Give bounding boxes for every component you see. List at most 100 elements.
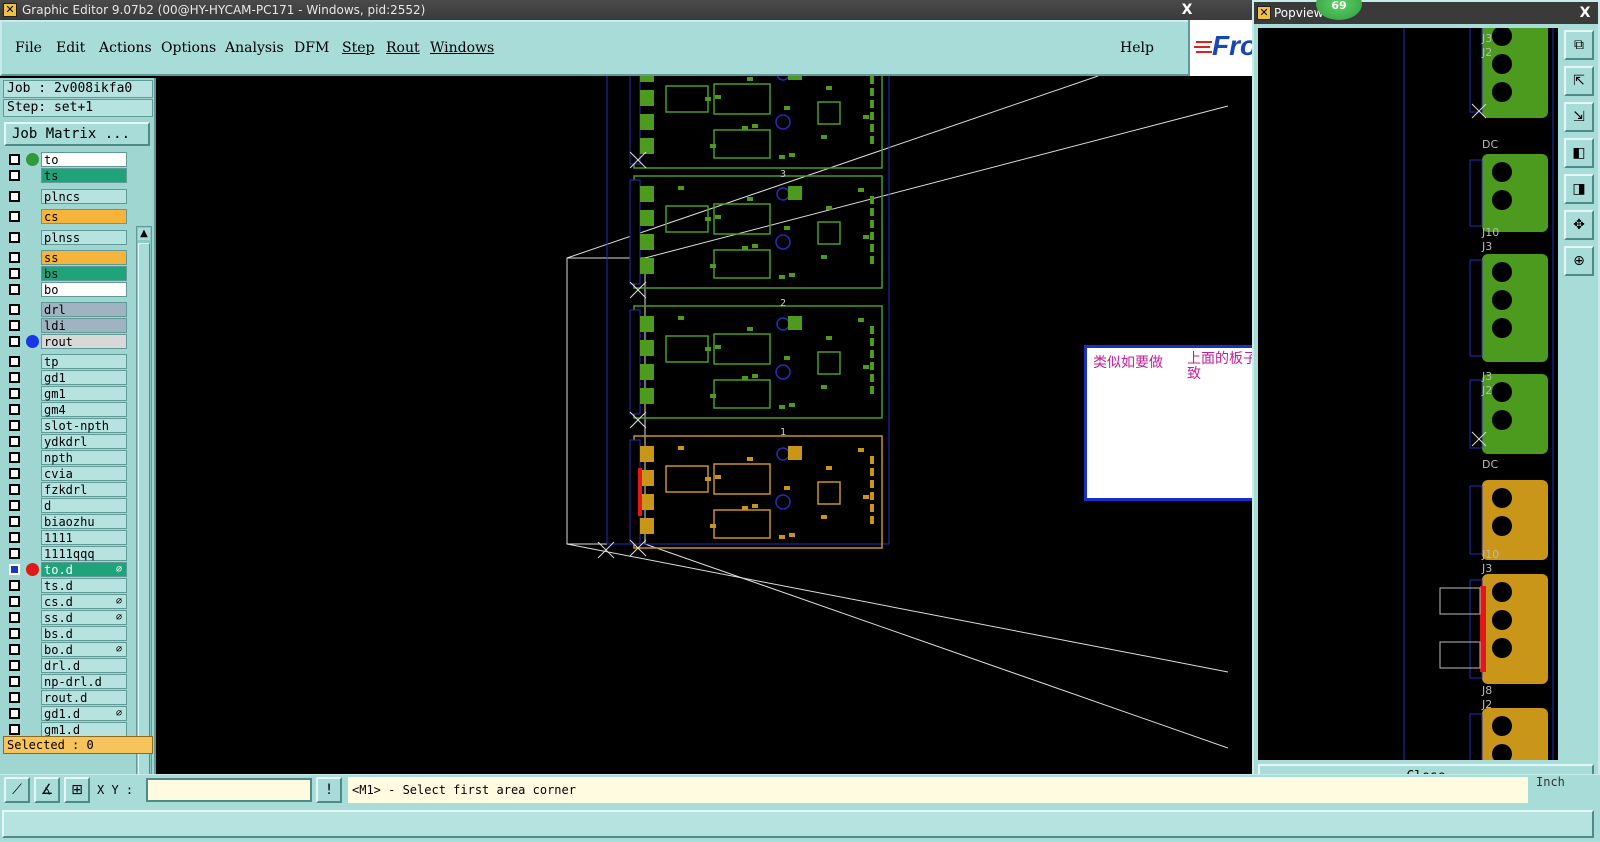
layer-name[interactable]: ts.d (41, 578, 127, 593)
layer-name[interactable]: to (41, 152, 127, 167)
units-label[interactable]: Inch (1536, 775, 1565, 789)
layer-list-scrollbar[interactable]: ▲ ▼ (136, 226, 152, 814)
layer-name[interactable]: 1111 (41, 530, 127, 545)
layer-row-rout[interactable]: rout (4, 334, 132, 349)
layer-name[interactable]: slot-npth (41, 418, 127, 433)
layer-checkbox[interactable] (9, 284, 20, 295)
layer-checkbox[interactable] (9, 304, 20, 315)
layer-row-tp[interactable]: tp (4, 354, 132, 369)
layer-checkbox[interactable] (9, 692, 20, 703)
layer-name[interactable]: gm1 (41, 386, 127, 401)
layer-row-drl[interactable]: drl (4, 302, 132, 317)
layer-row-cs[interactable]: cs (4, 209, 132, 224)
layer-row-ldi[interactable]: ldi (4, 318, 132, 333)
layer-checkbox[interactable] (9, 580, 20, 591)
layer-checkbox[interactable] (9, 388, 20, 399)
layer-row-to[interactable]: to (4, 152, 132, 167)
layer-checkbox[interactable] (9, 356, 20, 367)
menu-options[interactable]: Options (161, 40, 216, 56)
layer-name[interactable]: gm1.d (41, 722, 127, 737)
home-view-icon[interactable]: ⊕ (1564, 246, 1594, 276)
snap-icon[interactable]: ∡ (34, 777, 60, 803)
fit-view-icon[interactable]: ✥ (1564, 210, 1594, 240)
layer-checkbox[interactable] (9, 468, 20, 479)
layer-name[interactable]: ss.d ⌀ (41, 610, 127, 625)
menu-windows[interactable]: Windows (430, 40, 494, 56)
alert-icon[interactable]: ! (316, 777, 342, 803)
layer-name[interactable]: drl.d (41, 658, 127, 673)
zoom-in-icon[interactable]: ⇱ (1564, 66, 1594, 96)
layer-row-cvia[interactable]: cvia (4, 466, 132, 481)
layer-name[interactable]: npth (41, 450, 127, 465)
layer-checkbox[interactable] (9, 644, 20, 655)
layer-row-ss[interactable]: ss (4, 250, 132, 265)
layer-row-rout.d[interactable]: rout.d (4, 690, 132, 705)
layer-checkbox[interactable] (9, 628, 20, 639)
layer-checkbox[interactable] (9, 404, 20, 415)
popview-canvas[interactable]: J3 J2 DC J10 J3 J3 J2 DC J10 J3 J8 J2 (1258, 28, 1558, 760)
layer-checkbox[interactable] (9, 154, 20, 165)
layer-checkbox[interactable] (9, 211, 20, 222)
zoom-window-icon[interactable]: ⧉ (1564, 30, 1594, 60)
layer-row-ts[interactable]: ts (4, 168, 132, 183)
layer-checkbox[interactable] (9, 232, 20, 243)
layer-name[interactable]: drl (41, 302, 127, 317)
pan-right-icon[interactable]: ◨ (1564, 174, 1594, 204)
layer-row-to.d[interactable]: to.d ⌀ (4, 562, 132, 577)
menu-step[interactable]: Step (342, 40, 374, 56)
menu-dfm[interactable]: DFM (294, 40, 329, 56)
layer-name[interactable]: bs.d (41, 626, 127, 641)
layer-name[interactable]: plncs (41, 189, 127, 204)
layer-row-ydkdrl[interactable]: ydkdrl (4, 434, 132, 449)
layer-checkbox[interactable] (9, 708, 20, 719)
layer-checkbox[interactable] (9, 336, 20, 347)
layer-checkbox[interactable] (9, 372, 20, 383)
layer-name[interactable]: ss (41, 250, 127, 265)
layer-checkbox[interactable] (9, 320, 20, 331)
layer-name[interactable]: gm4 (41, 402, 127, 417)
layer-name[interactable]: ts (41, 168, 127, 183)
layer-name[interactable]: ydkdrl (41, 434, 127, 449)
layer-row-cs.d[interactable]: cs.d ⌀ (4, 594, 132, 609)
popview-close-icon[interactable]: X (1576, 4, 1594, 22)
layer-row-gm4[interactable]: gm4 (4, 402, 132, 417)
layer-row-drl.d[interactable]: drl.d (4, 658, 132, 673)
layer-name[interactable]: bs (41, 266, 127, 281)
layer-row-gd1[interactable]: gd1 (4, 370, 132, 385)
layer-checkbox[interactable] (9, 532, 20, 543)
layer-row-bo.d[interactable]: bo.d ⌀ (4, 642, 132, 657)
layer-row-np-drl.d[interactable]: np-drl.d (4, 674, 132, 689)
layer-row-bs.d[interactable]: bs.d (4, 626, 132, 641)
layer-name[interactable]: ldi (41, 318, 127, 333)
menu-edit[interactable]: Edit (56, 40, 85, 56)
layer-name[interactable]: to.d ⌀ (41, 562, 127, 577)
layer-row-biaozhu[interactable]: biaozhu (4, 514, 132, 529)
layer-name[interactable]: rout (41, 334, 127, 349)
layer-row-bo[interactable]: bo (4, 282, 132, 297)
scroll-thumb[interactable] (138, 243, 150, 793)
measure-icon[interactable]: ⟋ (4, 777, 30, 803)
layer-row-fzkdrl[interactable]: fzkdrl (4, 482, 132, 497)
layer-checkbox[interactable] (9, 191, 20, 202)
layer-row-npth[interactable]: npth (4, 450, 132, 465)
layer-row-gm1.d[interactable]: gm1.d (4, 722, 132, 737)
menu-file[interactable]: File (15, 40, 42, 56)
command-field[interactable] (2, 810, 1594, 838)
layer-checkbox[interactable] (9, 436, 20, 447)
layer-row-plncs[interactable]: plncs (4, 189, 132, 204)
layer-checkbox[interactable] (9, 564, 20, 575)
layer-row-1111qqq[interactable]: 1111qqq (4, 546, 132, 561)
layer-row-d[interactable]: d (4, 498, 132, 513)
layer-row-bs[interactable]: bs (4, 266, 132, 281)
layer-name[interactable]: cvia (41, 466, 127, 481)
layer-name[interactable]: cs (41, 209, 127, 224)
layer-row-plnss[interactable]: plnss (4, 230, 132, 245)
layer-row-ts.d[interactable]: ts.d (4, 578, 132, 593)
layer-checkbox[interactable] (9, 596, 20, 607)
layer-checkbox[interactable] (9, 516, 20, 527)
layer-checkbox[interactable] (9, 268, 20, 279)
layer-row-ss.d[interactable]: ss.d ⌀ (4, 610, 132, 625)
layer-checkbox[interactable] (9, 660, 20, 671)
menu-rout[interactable]: Rout (386, 40, 420, 56)
layer-checkbox[interactable] (9, 612, 20, 623)
